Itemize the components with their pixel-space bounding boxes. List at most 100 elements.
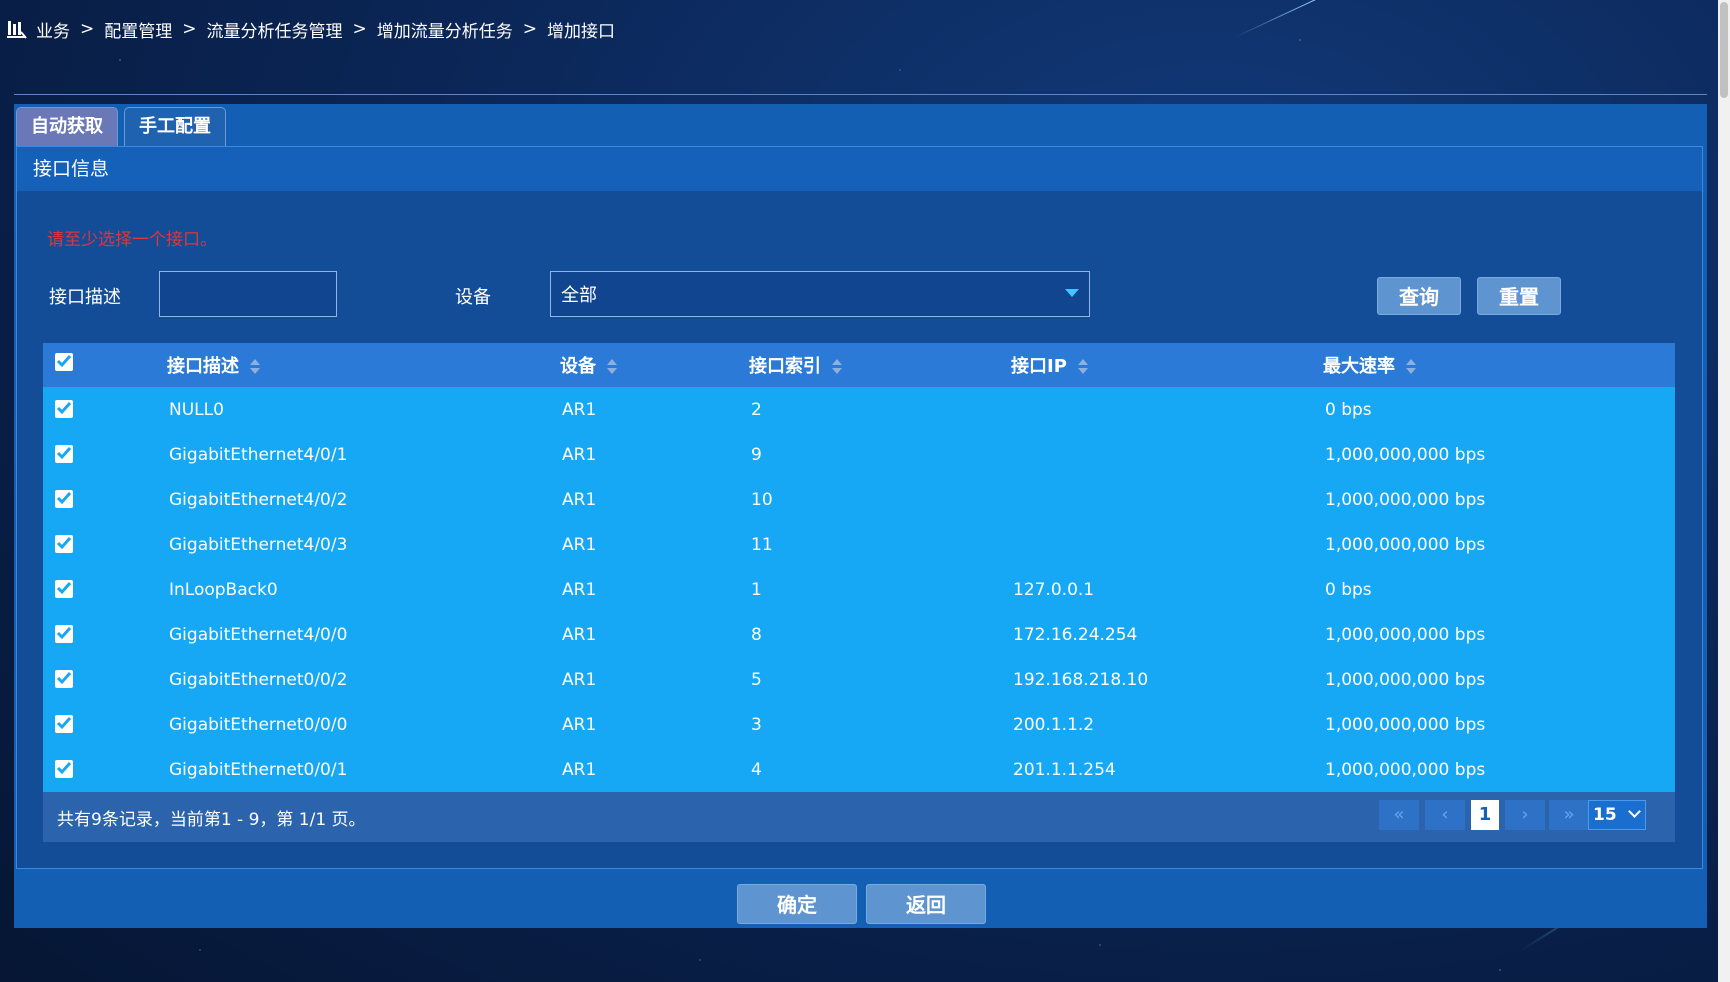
row-checkbox[interactable]	[55, 715, 73, 733]
device-select-value: 全部	[561, 285, 597, 306]
cell-desc: GigabitEthernet0/0/0	[169, 714, 348, 735]
page-size-value: 15	[1593, 805, 1617, 825]
tab-bar: 自动获取 手工配置	[16, 107, 232, 146]
cell-index: 8	[751, 624, 762, 645]
cell-index: 4	[751, 759, 762, 780]
checkmark-icon	[56, 447, 72, 460]
table-row[interactable]: GigabitEthernet0/0/0 AR1 3 200.1.1.2 1,000,0…	[43, 702, 1675, 747]
cell-desc: GigabitEthernet4/0/3	[169, 534, 348, 555]
cell-rate: 1,000,000,000 bps	[1325, 489, 1486, 510]
cell-index: 1	[751, 579, 762, 600]
page-scrollbar[interactable]	[1718, 0, 1730, 982]
cell-desc: GigabitEthernet0/0/1	[169, 759, 348, 780]
sort-icon	[1077, 358, 1088, 376]
row-checkbox[interactable]	[55, 445, 73, 463]
breadcrumb-item[interactable]: 配置管理	[104, 17, 172, 42]
table-body: NULL0 AR1 2 0 bps GigabitEthernet4/0/1 AR1 9 1,…	[43, 387, 1675, 792]
breadcrumb-separator: >	[352, 19, 367, 39]
column-header-desc[interactable]: 接口描述	[167, 352, 260, 378]
breadcrumb-item[interactable]: 业务	[36, 17, 70, 42]
table-row[interactable]: InLoopBack0 AR1 1 127.0.0.1 0 bps	[43, 567, 1675, 612]
prev-page-button[interactable]: ‹	[1425, 800, 1465, 830]
confirm-button[interactable]: 确定	[737, 884, 857, 924]
cell-index: 10	[751, 489, 773, 510]
row-checkbox[interactable]	[55, 760, 73, 778]
cell-index: 2	[751, 399, 762, 420]
table-header: 接口描述 设备 接口索引 接口IP 最大速率	[43, 343, 1675, 387]
cell-ip: 200.1.1.2	[1013, 714, 1095, 735]
next-page-button[interactable]: ›	[1505, 800, 1545, 830]
last-page-button[interactable]: »	[1549, 800, 1589, 830]
caret-down-icon	[1065, 289, 1079, 297]
cell-device: AR1	[562, 669, 597, 690]
cell-desc: GigabitEthernet0/0/2	[169, 669, 348, 690]
page-size-select[interactable]: 15	[1588, 800, 1646, 830]
checkmark-icon	[56, 717, 72, 730]
desc-filter-label: 接口描述	[49, 287, 121, 308]
cell-rate: 0 bps	[1325, 399, 1372, 420]
cell-desc: InLoopBack0	[169, 579, 278, 600]
column-header-ip[interactable]: 接口IP	[1011, 352, 1088, 378]
row-checkbox[interactable]	[55, 580, 73, 598]
cell-desc: NULL0	[169, 399, 224, 420]
cell-device: AR1	[562, 534, 597, 555]
cell-index: 3	[751, 714, 762, 735]
row-checkbox[interactable]	[55, 670, 73, 688]
pagination-info: 共有9条记录，当前第1 - 9，第 1/1 页。	[57, 810, 366, 830]
cell-index: 5	[751, 669, 762, 690]
sort-icon	[249, 358, 260, 376]
column-header-index[interactable]: 接口索引	[749, 352, 842, 378]
breadcrumb-separator: >	[182, 19, 197, 39]
device-filter-label: 设备	[455, 287, 491, 308]
tab-manual-config[interactable]: 手工配置	[124, 107, 226, 146]
cell-rate: 0 bps	[1325, 579, 1372, 600]
chart-icon	[6, 18, 28, 40]
cell-desc: GigabitEthernet4/0/0	[169, 624, 348, 645]
cell-ip: 192.168.218.10	[1013, 669, 1149, 690]
column-header-rate[interactable]: 最大速率	[1323, 352, 1416, 378]
chevron-down-icon	[1628, 805, 1641, 818]
checkmark-icon	[56, 355, 72, 368]
header-divider	[14, 94, 1707, 95]
tab-auto-fetch[interactable]: 自动获取	[16, 107, 118, 146]
sort-icon	[831, 358, 842, 376]
row-checkbox[interactable]	[55, 490, 73, 508]
checkmark-icon	[56, 672, 72, 685]
cell-device: AR1	[562, 399, 597, 420]
table-row[interactable]: GigabitEthernet4/0/2 AR1 10 1,000,000,000 b…	[43, 477, 1675, 522]
select-all-checkbox[interactable]	[55, 353, 73, 371]
desc-filter-input[interactable]	[159, 271, 337, 317]
table-row[interactable]: GigabitEthernet0/0/2 AR1 5 192.168.218.10 1,…	[43, 657, 1675, 702]
query-button[interactable]: 查询	[1377, 277, 1461, 315]
checkmark-icon	[56, 492, 72, 505]
cell-rate: 1,000,000,000 bps	[1325, 534, 1486, 555]
row-checkbox[interactable]	[55, 535, 73, 553]
first-page-button[interactable]: «	[1379, 800, 1419, 830]
breadcrumb-item[interactable]: 流量分析任务管理	[207, 17, 343, 42]
breadcrumb-separator: >	[80, 19, 95, 39]
cell-ip: 172.16.24.254	[1013, 624, 1138, 645]
reset-button[interactable]: 重置	[1477, 277, 1561, 315]
pagination-bar: 共有9条记录，当前第1 - 9，第 1/1 页。 « ‹ 1 › » 15	[43, 792, 1675, 842]
cell-device: AR1	[562, 444, 597, 465]
breadcrumb-current: 增加接口	[547, 21, 615, 42]
section-title: 接口信息	[17, 147, 1702, 191]
cell-index: 11	[751, 534, 773, 555]
device-select[interactable]: 全部	[550, 271, 1090, 317]
row-checkbox[interactable]	[55, 625, 73, 643]
row-checkbox[interactable]	[55, 400, 73, 418]
interface-table: 接口描述 设备 接口索引 接口IP 最大速率 NULL0 AR1 2 0 bps Gig…	[43, 343, 1675, 842]
checkmark-icon	[56, 582, 72, 595]
scrollbar-thumb[interactable]	[1720, 2, 1728, 98]
current-page-button[interactable]: 1	[1471, 800, 1499, 830]
back-button[interactable]: 返回	[866, 884, 986, 924]
table-row[interactable]: GigabitEthernet4/0/0 AR1 8 172.16.24.254 1,0…	[43, 612, 1675, 657]
breadcrumb-item[interactable]: 增加流量分析任务	[377, 17, 513, 42]
table-row[interactable]: GigabitEthernet4/0/3 AR1 11 1,000,000,000 b…	[43, 522, 1675, 567]
table-row[interactable]: GigabitEthernet4/0/1 AR1 9 1,000,000,000 bp…	[43, 432, 1675, 477]
table-row[interactable]: NULL0 AR1 2 0 bps	[43, 387, 1675, 432]
checkmark-icon	[56, 627, 72, 640]
cell-device: AR1	[562, 489, 597, 510]
table-row[interactable]: GigabitEthernet0/0/1 AR1 4 201.1.1.254 1,000…	[43, 747, 1675, 792]
column-header-device[interactable]: 设备	[560, 352, 617, 378]
